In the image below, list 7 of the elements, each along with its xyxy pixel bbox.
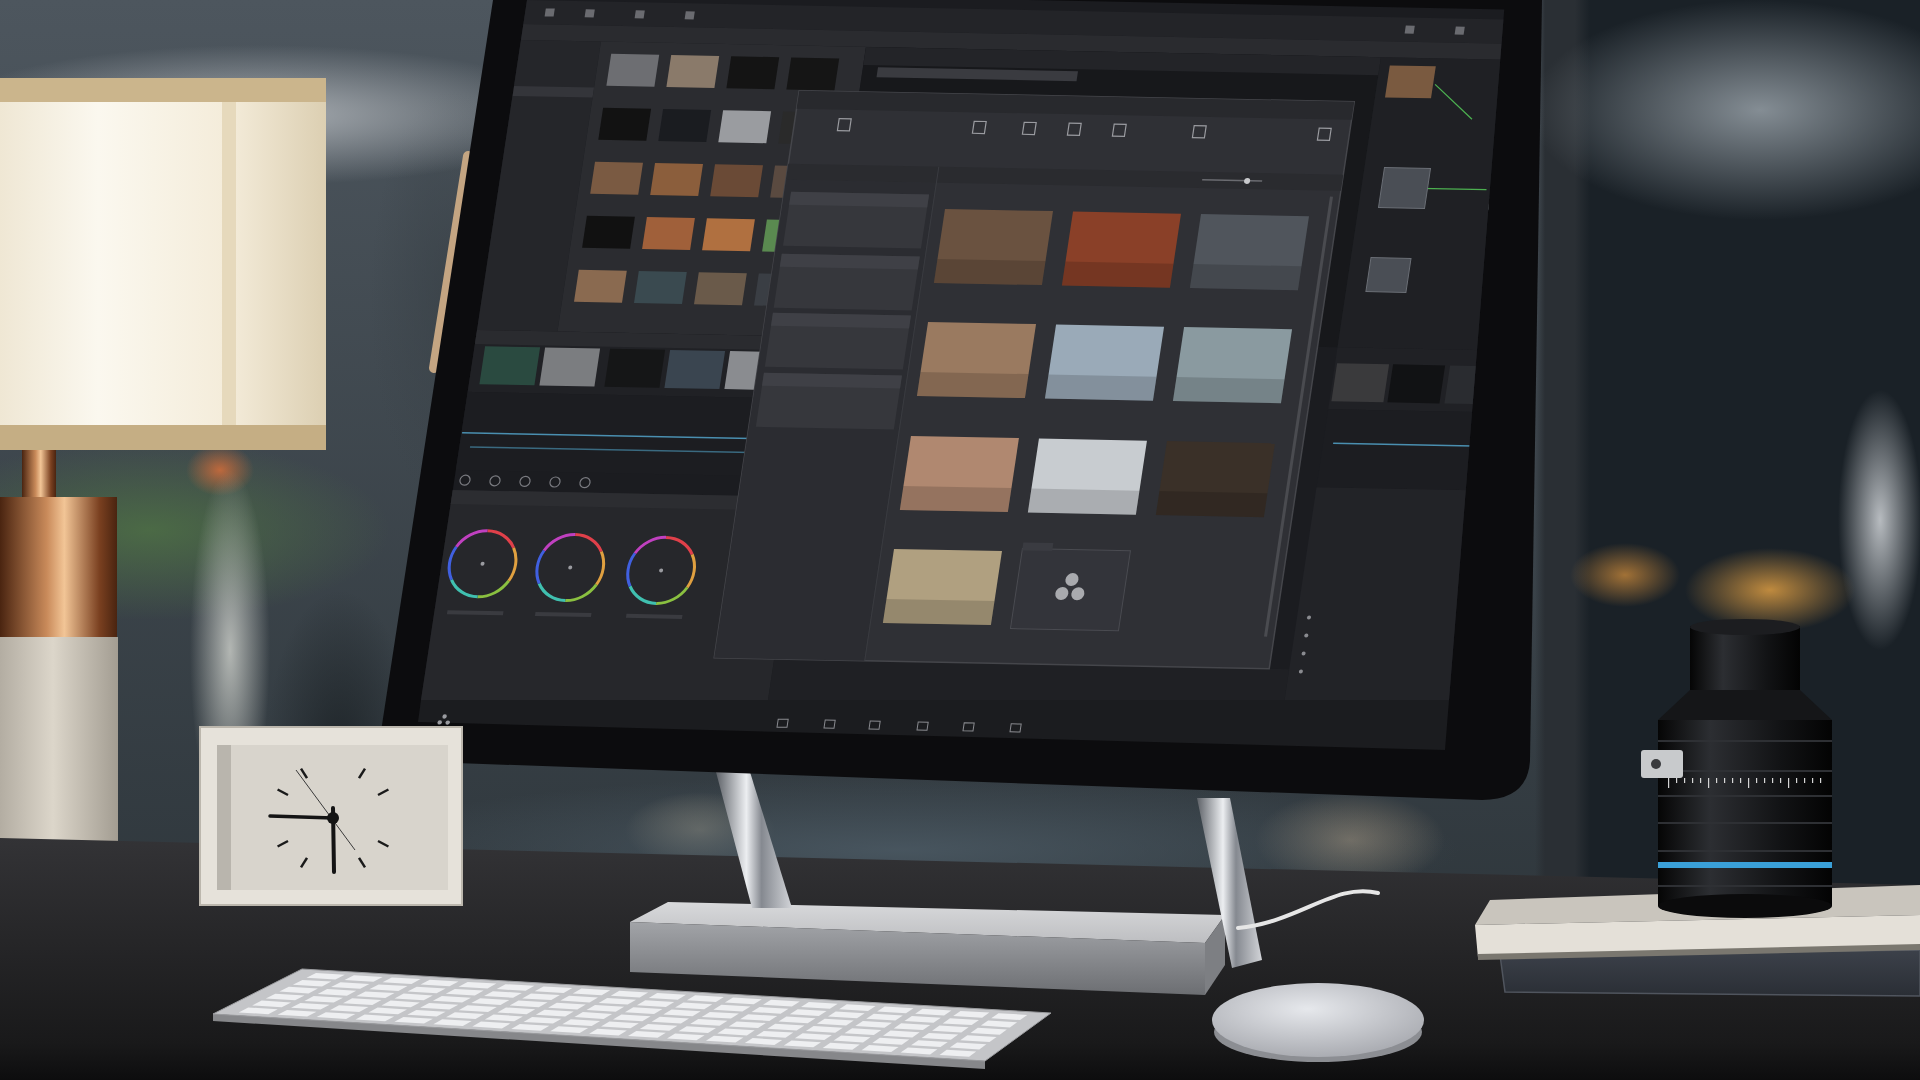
- tab-icon: [1009, 723, 1022, 733]
- tab-icon: [916, 721, 929, 731]
- tab-icon: [776, 718, 789, 728]
- tab-icon: [823, 719, 836, 729]
- logo-icon: [437, 714, 450, 725]
- tab-icon: [962, 722, 975, 732]
- tab-icon: [868, 720, 881, 730]
